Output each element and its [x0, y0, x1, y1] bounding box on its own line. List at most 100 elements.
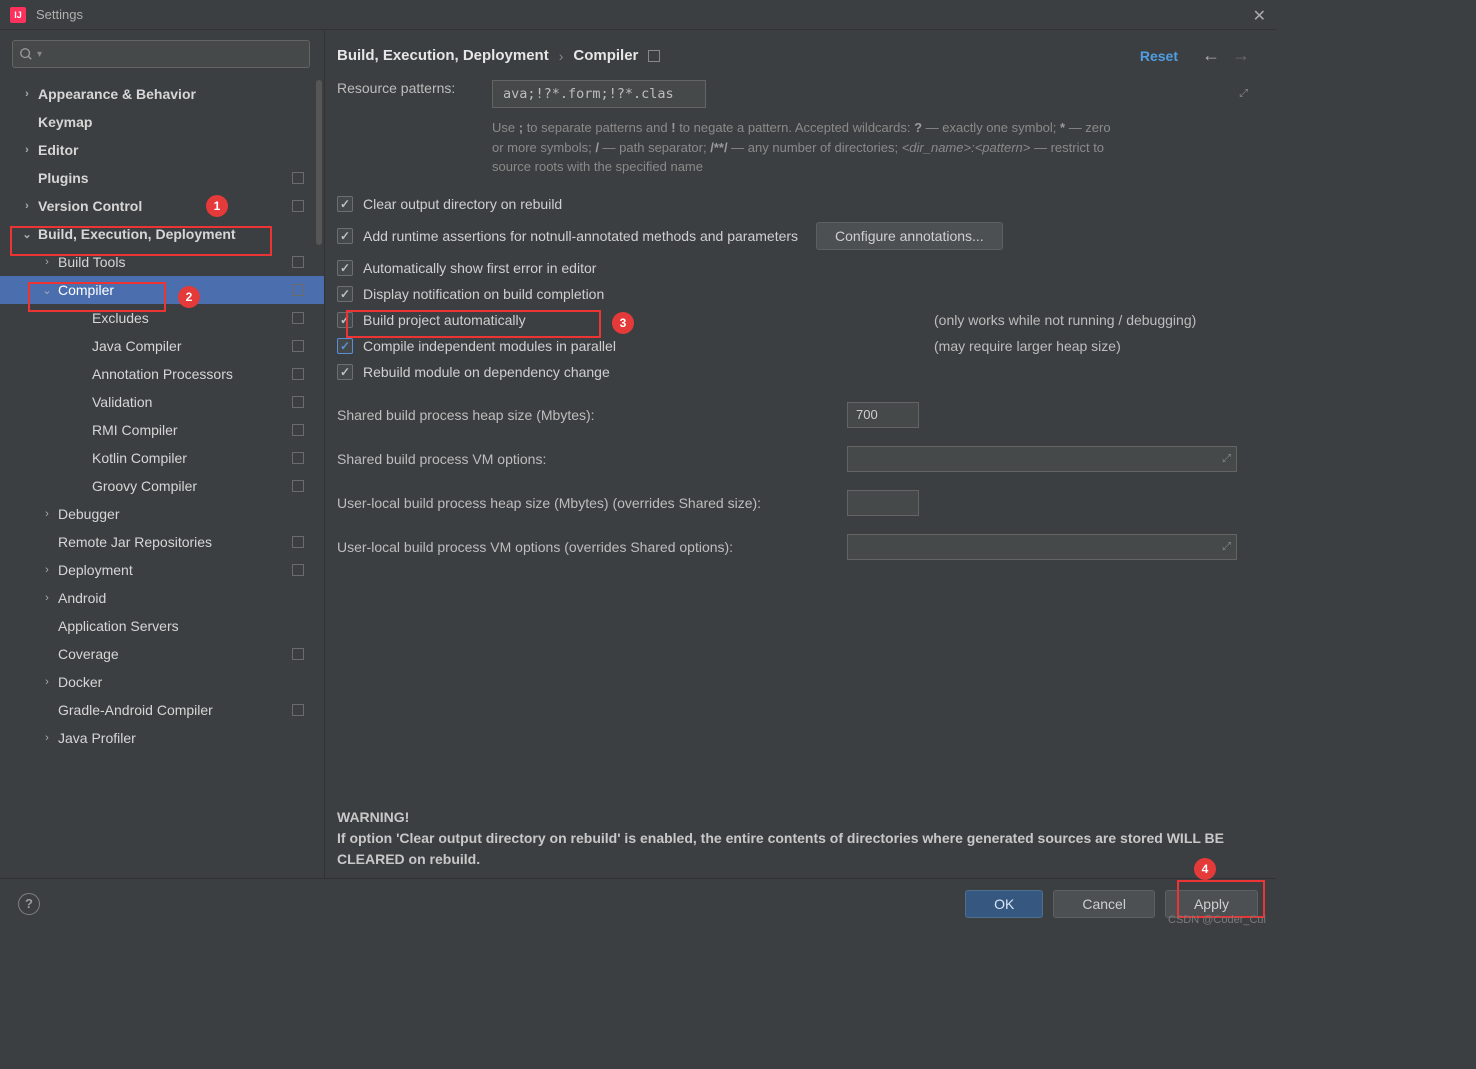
sidebar-item-gradle-android-compiler[interactable]: Gradle-Android Compiler: [0, 696, 324, 724]
search-input[interactable]: ▾: [12, 40, 310, 68]
sidebar-item-java-profiler[interactable]: ›Java Profiler: [0, 724, 324, 752]
field-label: Shared build process VM options:: [337, 451, 847, 467]
field-input[interactable]: [847, 490, 919, 516]
field-input[interactable]: [847, 446, 1237, 472]
sidebar-item-debugger[interactable]: ›Debugger: [0, 500, 324, 528]
checkbox[interactable]: [337, 286, 353, 302]
checkbox-row: Display notification on build completion: [337, 281, 1254, 307]
checkbox-label[interactable]: Display notification on build completion: [363, 286, 604, 302]
cancel-button[interactable]: Cancel: [1053, 890, 1155, 918]
chevron-down-icon: ⌄: [42, 284, 52, 297]
ok-button[interactable]: OK: [965, 890, 1043, 918]
reset-link[interactable]: Reset: [1140, 48, 1178, 64]
checkbox-label[interactable]: Clear output directory on rebuild: [363, 196, 562, 212]
close-icon[interactable]: ✕: [1253, 6, 1266, 26]
app-logo-icon: IJ: [10, 7, 26, 23]
sidebar-item-kotlin-compiler[interactable]: Kotlin Compiler: [0, 444, 324, 472]
sidebar-item-keymap[interactable]: Keymap: [0, 108, 324, 136]
settings-sidebar: ▾ ›Appearance & Behavior Keymap ›EditorPlu…: [0, 30, 325, 878]
sidebar-item-label: Build Tools: [58, 254, 125, 270]
breadcrumb-leaf: Compiler: [573, 47, 660, 64]
checkbox-label[interactable]: Add runtime assertions for notnull-annot…: [363, 228, 798, 244]
field-label: User-local build process heap size (Mbyt…: [337, 495, 847, 511]
settings-content: Build, Execution, Deployment › Compiler …: [325, 30, 1276, 878]
sidebar-item-build-tools[interactable]: › Build Tools: [0, 248, 324, 276]
sidebar-item-label: Application Servers: [58, 618, 179, 634]
resource-patterns-label: Resource patterns:: [337, 80, 492, 96]
form-field-row: User-local build process VM options (ove…: [337, 525, 1254, 569]
checkbox-label[interactable]: Build project automatically: [363, 312, 526, 328]
checkbox-row: Build project automatically(only works w…: [337, 307, 1254, 333]
checkbox-label[interactable]: Automatically show first error in editor: [363, 260, 596, 276]
resource-patterns-input[interactable]: [492, 80, 706, 108]
sidebar-item-label: Docker: [58, 674, 102, 690]
project-scope-icon: [648, 50, 660, 62]
sidebar-item-groovy-compiler[interactable]: Groovy Compiler: [0, 472, 324, 500]
sidebar-item-deployment[interactable]: › Deployment: [0, 556, 324, 584]
field-label: User-local build process VM options (ove…: [337, 539, 847, 555]
sidebar-item-label: Deployment: [58, 562, 133, 578]
warning-heading: WARNING!: [337, 807, 1254, 828]
checkbox-row: Rebuild module on dependency change: [337, 359, 1254, 385]
sidebar-item-version-control[interactable]: › Version Control: [0, 192, 324, 220]
resource-patterns-help: Use ; to separate patterns and ! to nega…: [337, 112, 1117, 191]
checkbox-label[interactable]: Compile independent modules in parallel: [363, 338, 616, 354]
sidebar-item-compiler[interactable]: ⌄Compiler: [0, 276, 324, 304]
checkbox[interactable]: [337, 228, 353, 244]
sidebar-item-label: Keymap: [38, 114, 92, 130]
sidebar-item-annotation-processors[interactable]: Annotation Processors: [0, 360, 324, 388]
sidebar-item-plugins[interactable]: Plugins: [0, 164, 324, 192]
breadcrumb-separator: ›: [559, 48, 564, 64]
checkbox[interactable]: [337, 338, 353, 354]
sidebar-item-application-servers[interactable]: Application Servers: [0, 612, 324, 640]
sidebar-item-validation[interactable]: Validation: [0, 388, 324, 416]
chevron-right-icon: ›: [42, 592, 52, 604]
chevron-right-icon: ›: [22, 144, 32, 156]
sidebar-item-appearance-behavior[interactable]: ›Appearance & Behavior: [0, 80, 324, 108]
sidebar-item-java-compiler[interactable]: Java Compiler: [0, 332, 324, 360]
expand-icon[interactable]: ⤢: [1239, 88, 1248, 101]
project-scope-icon: [292, 256, 304, 268]
sidebar-item-label: Version Control: [38, 198, 142, 214]
project-scope-icon: [292, 200, 304, 212]
title-bar: IJ Settings ✕: [0, 0, 1276, 30]
sidebar-item-docker[interactable]: ›Docker: [0, 668, 324, 696]
breadcrumb-root[interactable]: Build, Execution, Deployment: [337, 47, 549, 64]
sidebar-item-label: Groovy Compiler: [92, 478, 197, 494]
expand-icon[interactable]: ⤢: [1222, 452, 1231, 465]
checkbox[interactable]: [337, 364, 353, 380]
configure-annotations-button[interactable]: Configure annotations...: [816, 222, 1003, 250]
checkbox[interactable]: [337, 260, 353, 276]
chevron-down-icon: ▾: [37, 49, 42, 60]
sidebar-item-coverage[interactable]: Coverage: [0, 640, 324, 668]
checkbox[interactable]: [337, 312, 353, 328]
help-button[interactable]: ?: [18, 893, 40, 915]
checkbox[interactable]: [337, 196, 353, 212]
search-icon: [19, 47, 33, 61]
form-field-row: User-local build process heap size (Mbyt…: [337, 481, 1254, 525]
sidebar-item-rmi-compiler[interactable]: RMI Compiler: [0, 416, 324, 444]
sidebar-item-excludes[interactable]: Excludes: [0, 304, 324, 332]
field-input[interactable]: [847, 402, 919, 428]
sidebar-item-label: Java Compiler: [92, 338, 181, 354]
back-icon[interactable]: ←: [1202, 45, 1220, 66]
project-scope-icon: [292, 480, 304, 492]
sidebar-item-label: Gradle-Android Compiler: [58, 702, 213, 718]
sidebar-item-editor[interactable]: ›Editor: [0, 136, 324, 164]
watermark: CSDN @Coder_Cui: [1168, 914, 1266, 926]
sidebar-item-android[interactable]: › Android: [0, 584, 324, 612]
expand-icon[interactable]: ⤢: [1222, 540, 1231, 553]
sidebar-item-build-execution-deployment[interactable]: ⌄Build, Execution, Deployment: [0, 220, 324, 248]
chevron-right-icon: ›: [22, 200, 32, 212]
field-input[interactable]: [847, 534, 1237, 560]
sidebar-item-label: Android: [58, 590, 106, 606]
chevron-down-icon: ⌄: [22, 228, 32, 241]
project-scope-icon: [292, 284, 304, 296]
project-scope-icon: [292, 172, 304, 184]
sidebar-item-remote-jar-repositories[interactable]: Remote Jar Repositories: [0, 528, 324, 556]
chevron-right-icon: ›: [22, 88, 32, 100]
project-scope-icon: [292, 452, 304, 464]
chevron-right-icon: ›: [42, 564, 52, 576]
checkbox-label[interactable]: Rebuild module on dependency change: [363, 364, 610, 380]
chevron-right-icon: ›: [42, 256, 52, 268]
